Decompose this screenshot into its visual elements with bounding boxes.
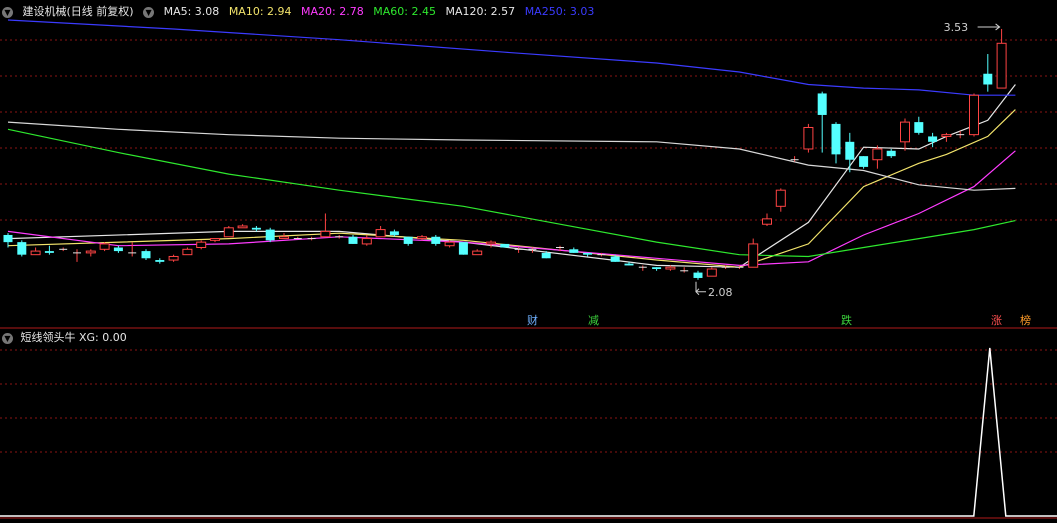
candle-body-down — [983, 73, 993, 85]
candle-body-down — [113, 247, 123, 252]
candle-body-down — [569, 249, 579, 253]
candle-body-down — [17, 242, 27, 255]
candle-body-up — [900, 121, 910, 143]
candle-body-down — [583, 252, 593, 255]
candle-body-up — [941, 134, 952, 137]
candle-body-down — [928, 136, 938, 142]
indicator-chevron-icon[interactable]: ▼ — [2, 332, 13, 344]
candle-body-down — [155, 260, 165, 262]
candle-body-down — [389, 231, 399, 235]
candle-body-up — [168, 255, 179, 261]
candle-body-down — [886, 150, 896, 157]
ma10-label: MA10: 2.94 — [228, 5, 292, 18]
candle-body-up — [775, 189, 786, 207]
candle-body-up — [665, 266, 676, 270]
candle-body-up — [196, 241, 207, 249]
candle-body-up — [472, 250, 483, 256]
kline-chart[interactable]: 3.53 2.08 — [0, 0, 1057, 523]
indicator-title[interactable]: 短线领头牛 — [21, 331, 76, 344]
chart-header: ▼ 建设机械(日线 前复权) ▼ MA5: 3.08 MA10: 2.94 MA… — [2, 4, 600, 20]
candle-body-down — [817, 93, 827, 115]
candle-body-down — [265, 229, 275, 241]
candle-body-down — [431, 236, 441, 244]
indicator-header: ▼ 短线领头牛 XG: 0.00 — [2, 330, 127, 346]
candle-body-down — [141, 251, 151, 259]
candle-body-down — [859, 156, 869, 167]
candle-body-up — [85, 250, 96, 254]
candle-body-down — [914, 122, 924, 133]
candle-body-up — [417, 236, 427, 240]
candle-body-up — [361, 238, 372, 245]
ma5-label: MA5: 3.08 — [163, 5, 220, 18]
xg-signal-line — [0, 347, 1057, 517]
candle-body-up — [803, 126, 814, 150]
indicator-xg-value: XG: 0.00 — [79, 331, 127, 344]
candle-body-down — [251, 227, 261, 230]
ma-settings-chevron-icon[interactable]: ▼ — [143, 6, 155, 18]
candle-body-up — [210, 238, 220, 241]
event-tag-die[interactable]: 跌 — [840, 314, 853, 327]
candle-body-down — [348, 236, 358, 244]
high-price-label: 3.53 — [944, 21, 969, 34]
candle-body-down — [458, 242, 468, 255]
ma120-label: MA120: 2.57 — [445, 5, 516, 18]
ma-line-ma250 — [7, 19, 1016, 96]
candle-body-up — [872, 148, 883, 161]
candle-body-up — [279, 236, 289, 240]
candle-body-down — [831, 123, 841, 155]
collapse-chevron-icon[interactable]: ▼ — [2, 6, 13, 18]
candle-body-up — [969, 94, 979, 136]
candle-body-up — [320, 230, 331, 238]
candle-body-down — [845, 141, 855, 160]
candle-body-down — [693, 272, 703, 278]
candle-body-up — [748, 243, 759, 268]
candle-body-up — [237, 225, 248, 229]
low-price-label: 2.08 — [708, 286, 733, 299]
candle-body-down — [44, 251, 54, 253]
ma20-label: MA20: 2.78 — [301, 5, 364, 18]
stock-title[interactable]: 建设机械(日线 前复权) — [23, 5, 134, 18]
candle-body-down — [500, 243, 510, 248]
event-tag-cai[interactable]: 财 — [526, 314, 539, 327]
ma60-label: MA60: 2.45 — [373, 5, 436, 18]
candle-body-up — [30, 250, 41, 256]
candle-body-up — [762, 218, 772, 225]
event-tag-jian[interactable]: 减 — [587, 314, 600, 327]
ma250-label: MA250: 3.03 — [524, 5, 595, 18]
ma-line-ma10 — [7, 109, 1016, 268]
candle-body-up — [444, 241, 455, 247]
candle-body-down — [624, 263, 634, 266]
event-tag-bang[interactable]: 榜 — [1019, 314, 1032, 327]
candle-body-down — [403, 236, 413, 244]
candle-body-up — [486, 241, 496, 245]
candle-body-up — [99, 243, 110, 250]
candle-body-up — [375, 229, 386, 238]
candle-body-up — [996, 42, 1007, 89]
candle-body-up — [223, 227, 234, 238]
candle-body-down — [3, 234, 13, 243]
candle-body-down — [541, 252, 551, 259]
candle-body-up — [182, 248, 193, 256]
event-tag-zhang[interactable]: 涨 — [990, 314, 1003, 327]
candle-body-down — [610, 256, 620, 262]
candle-body-up — [706, 268, 717, 277]
candle-body-down — [652, 267, 662, 270]
